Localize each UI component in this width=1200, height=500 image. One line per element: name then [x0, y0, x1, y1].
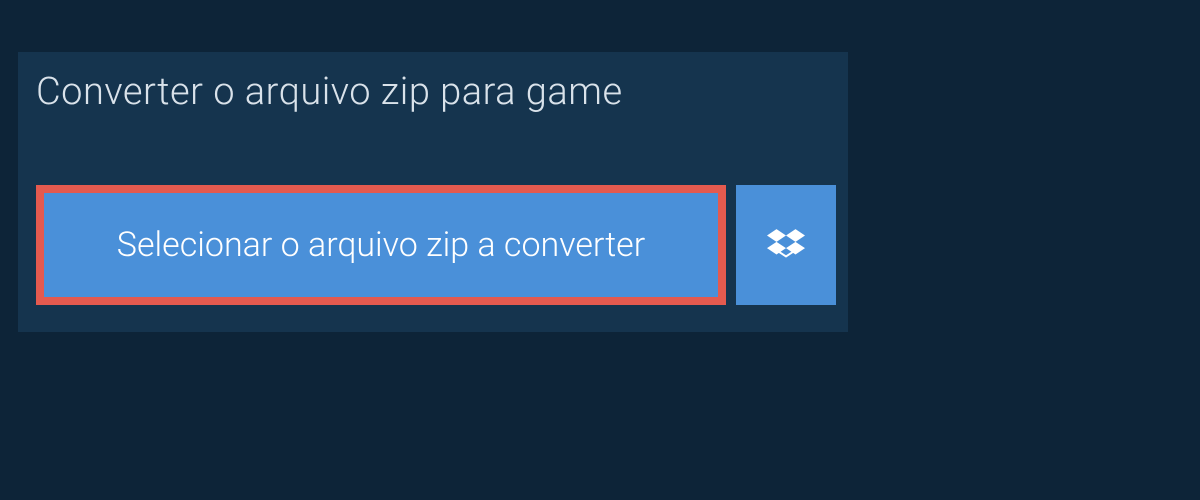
select-file-label: Selecionar o arquivo zip a converter: [117, 225, 645, 265]
dropbox-icon: [767, 226, 805, 264]
header-tab: Converter o arquivo zip para game: [18, 52, 693, 132]
button-row: Selecionar o arquivo zip a converter: [36, 185, 836, 305]
select-file-button[interactable]: Selecionar o arquivo zip a converter: [36, 185, 726, 305]
page-title: Converter o arquivo zip para game: [36, 70, 669, 114]
dropbox-button[interactable]: [736, 185, 836, 305]
